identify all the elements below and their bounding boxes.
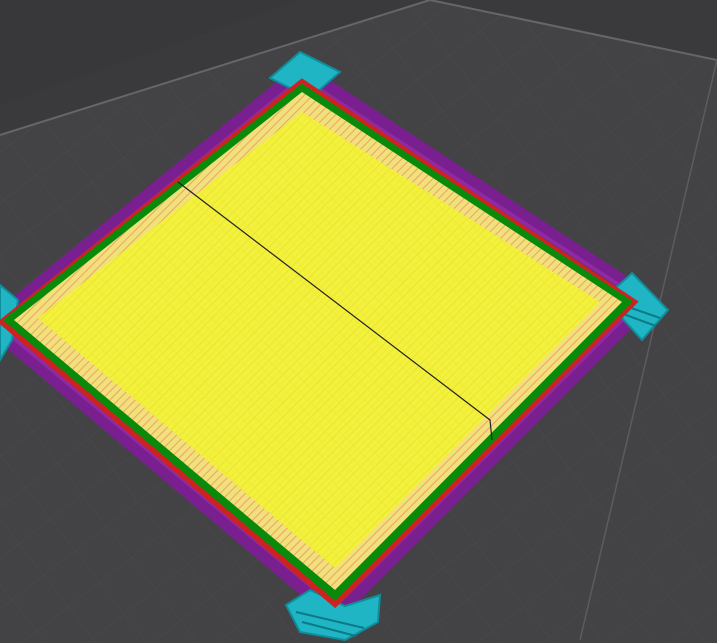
toolpath-preview-canvas[interactable]: [0, 0, 717, 643]
3d-print-preview-viewport[interactable]: [0, 0, 717, 643]
